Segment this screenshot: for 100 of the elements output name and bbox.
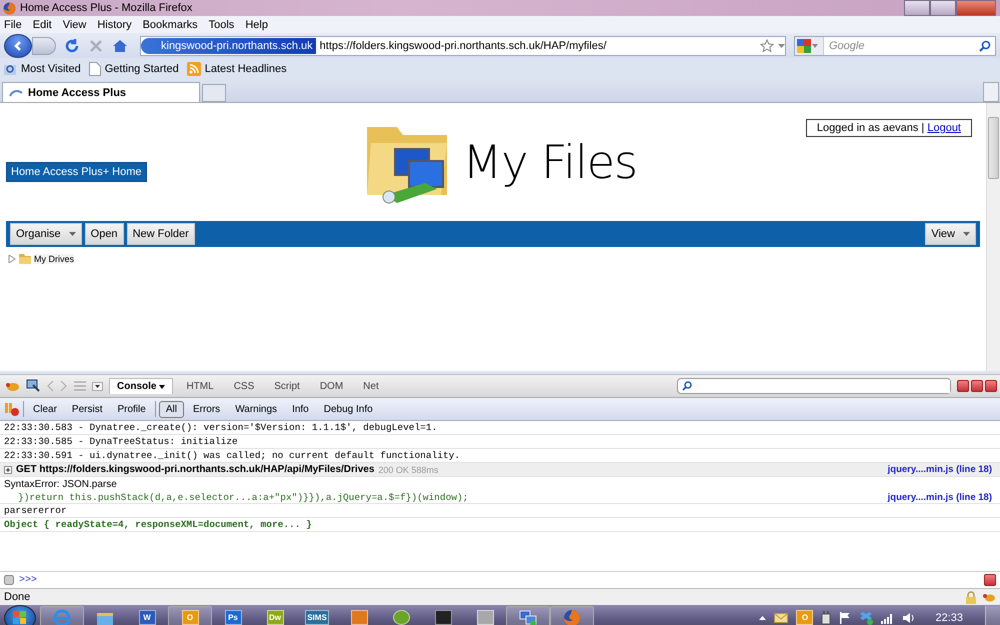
show-desktop-button[interactable] <box>985 606 1000 625</box>
caret-icon <box>68 232 76 236</box>
restore-button[interactable] <box>930 0 956 16</box>
toolbar-button[interactable]: View <box>925 223 976 245</box>
back-button[interactable] <box>4 34 32 58</box>
app-tile-icon[interactable]: SIMS <box>305 610 329 625</box>
log-filter-button[interactable]: Debug Info <box>318 402 379 416</box>
expand-icon <box>4 466 12 474</box>
command-prompt: >>> <box>19 574 38 586</box>
url-text: https://folders.kingswood-pri.northants.sch.uk/HAP/myfiles/ <box>320 40 608 52</box>
show-hidden-icons-icon <box>759 616 766 620</box>
expand-editor-button[interactable] <box>984 574 996 586</box>
log-object[interactable]: Object { readyState=4, responseXML=document, more... } <box>4 519 312 530</box>
stop-icon <box>88 38 104 54</box>
search-icon <box>979 40 991 52</box>
detach-panel-button[interactable] <box>971 380 983 392</box>
search-icon <box>682 381 692 391</box>
panel-tab[interactable]: CSS <box>226 378 262 394</box>
browser-tab[interactable]: Home Access Plus <box>2 82 200 102</box>
panel-menu-button[interactable] <box>92 382 103 390</box>
log-filter-button[interactable]: Errors <box>186 402 226 416</box>
menu-item[interactable]: View <box>62 18 86 30</box>
panel-tab[interactable]: Net <box>356 378 386 394</box>
log-message: 22:33:30.583 - Dynatree._create(): version='$Version: 1.1.1$', debugLevel=1. <box>4 422 438 433</box>
browser-e-icon <box>53 608 71 625</box>
menu-item[interactable]: History <box>97 18 132 30</box>
console-action-button[interactable]: Clear <box>27 402 63 416</box>
caret-icon <box>812 44 818 48</box>
panel-tab[interactable]: HTML <box>179 378 221 394</box>
search-input[interactable]: Google <box>827 38 976 52</box>
site-identity-badge[interactable]: kingswood-pri.northants.sch.uk <box>141 38 316 54</box>
log-message: 22:33:30.591 - ui.dynatree._init() was called; no current default functionality. <box>4 450 460 461</box>
panel-tab[interactable]: DOM <box>312 378 350 394</box>
app-tile-icon[interactable]: Ps <box>224 610 242 625</box>
minimize-panel-button[interactable] <box>957 380 969 392</box>
panel-tab[interactable]: Console <box>109 378 174 394</box>
logout-link[interactable]: Logout <box>927 122 961 134</box>
app-square-icon[interactable] <box>350 610 368 625</box>
tree-node[interactable]: My Drives <box>34 254 74 264</box>
dropdown-icon <box>778 44 785 48</box>
inspect-icon <box>26 379 40 393</box>
menu-item[interactable]: File <box>4 18 22 30</box>
app-tile-icon[interactable]: W <box>138 610 156 625</box>
home-link[interactable]: Home Access Plus+ Home <box>6 162 147 182</box>
error-code: })return this.pushStack(d,a,e.selector...a:a+"px")}}),a.jQuery=a.$=f})(window); <box>18 492 468 503</box>
page-icon <box>88 62 101 76</box>
app-round-icon[interactable] <box>392 610 410 625</box>
close-panel-button[interactable] <box>985 380 997 392</box>
home-icon <box>112 38 128 54</box>
forward-chevron-icon <box>60 380 68 392</box>
console-toggle-icon <box>4 575 14 585</box>
source-link[interactable]: jquery....min.js (line 18) <box>888 492 992 503</box>
toolbar-button[interactable]: Open <box>84 223 124 245</box>
start-button[interactable] <box>4 604 36 625</box>
app-square-icon[interactable] <box>434 610 452 625</box>
bookmark-link[interactable]: Latest Headlines <box>204 63 287 75</box>
firebug-icon <box>982 591 996 603</box>
console-action-button[interactable]: Profile <box>111 402 152 416</box>
search-engine-button[interactable] <box>795 36 824 54</box>
back-chevron-icon <box>46 380 54 392</box>
panel-tab[interactable]: Script <box>267 378 307 394</box>
login-status: Logged in as aevans | Logout <box>806 119 972 137</box>
new-tab-button[interactable] <box>202 84 226 102</box>
envelope-icon <box>774 612 788 622</box>
toolbar-button[interactable]: New Folder <box>126 223 195 245</box>
menu-item[interactable]: Help <box>245 18 268 30</box>
app-square-icon[interactable] <box>476 610 494 625</box>
site-icon <box>9 88 23 96</box>
log-filter-button[interactable]: Warnings <box>229 402 284 416</box>
log-message: parsererror <box>4 505 67 516</box>
speaker-icon <box>902 612 916 624</box>
menu-item[interactable]: Edit <box>32 18 52 30</box>
windows-logo-icon <box>13 610 27 624</box>
padlock-icon <box>966 590 976 604</box>
menu-item[interactable]: Bookmarks <box>142 18 198 30</box>
bookmark-link[interactable]: Getting Started <box>104 63 179 75</box>
close-button[interactable] <box>956 0 996 16</box>
signal-bars-icon <box>881 612 894 624</box>
page-heading: My Files <box>462 135 638 189</box>
console-action-button[interactable]: Persist <box>66 402 108 416</box>
request-url[interactable]: GET https://folders.kingswood-pri.northants.sch.uk/HAP/api/MyFiles/Drives <box>16 464 374 475</box>
firefox-icon <box>3 2 16 14</box>
search-field[interactable]: Google <box>794 36 996 56</box>
window-title: Home Access Plus - Mozilla Firefox <box>20 2 192 14</box>
break-on-error-icon <box>4 402 20 416</box>
tree-expander-icon[interactable] <box>8 254 16 262</box>
toolbar-button[interactable]: Organise <box>10 223 82 245</box>
log-filter-button[interactable]: Info <box>286 402 315 416</box>
console-search-field[interactable] <box>677 378 951 394</box>
error-message: SyntaxError: JSON.parse <box>4 479 117 490</box>
caret-icon <box>159 384 166 388</box>
minimize-button[interactable] <box>904 0 930 16</box>
vertical-scrollbar[interactable] <box>986 103 1000 371</box>
menu-item[interactable]: Tools <box>208 18 234 30</box>
bookmark-link[interactable]: Most Visited <box>21 63 81 75</box>
tab-list-button[interactable] <box>983 82 999 102</box>
caret-icon <box>95 384 100 388</box>
log-filter-button[interactable]: All <box>158 400 184 418</box>
source-link[interactable]: jquery....min.js (line 18) <box>888 464 992 475</box>
address-bar[interactable]: kingswood-pri.northants.sch.uk https://folders.kingswood-pri.northants.sch.uk/HAP/myfiles/ <box>140 36 786 56</box>
